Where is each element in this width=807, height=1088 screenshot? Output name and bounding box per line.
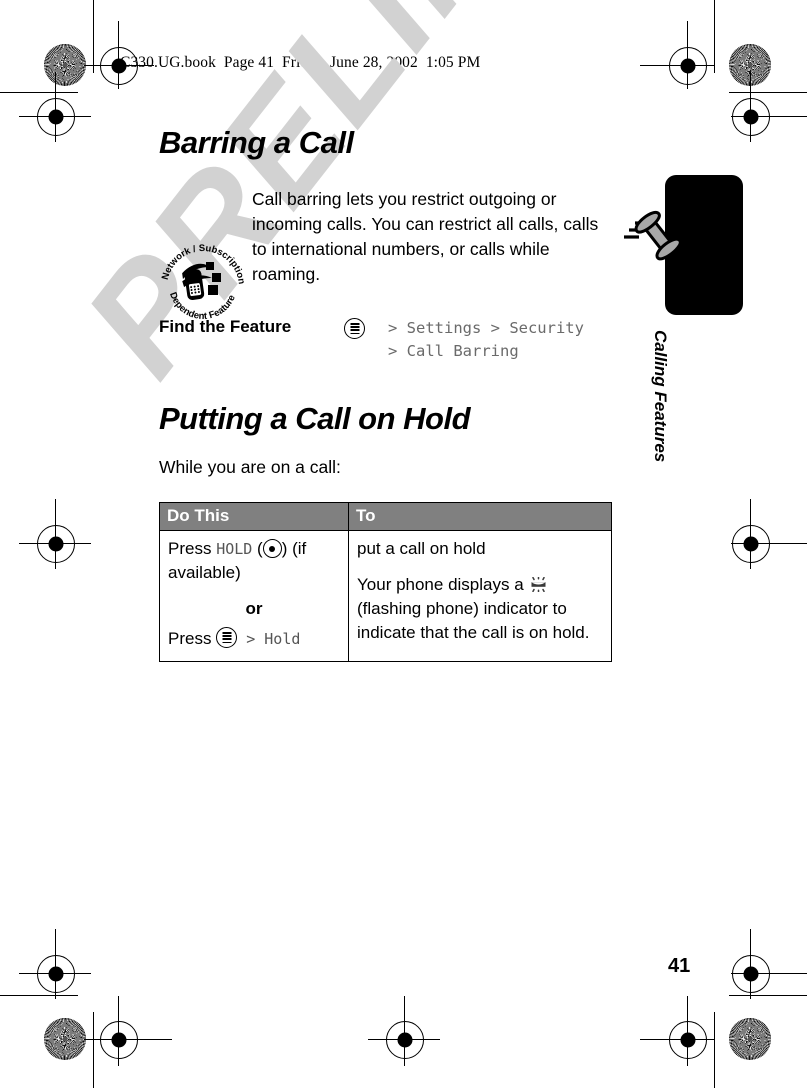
registration-cross-h-right-lower [731,973,807,975]
print-calibration-target-bottom-left [44,1018,86,1060]
table-header-row: Do This To [159,502,612,531]
center-select-key-icon [262,539,282,558]
registration-cross-v-right-lower [750,929,752,999]
registration-cross-h-top-right [640,65,715,67]
find-the-feature-path: > Settings > Security > Call Barring [388,317,584,363]
procedure-table: Do This To Press HOLD () (if available) … [159,502,612,662]
registration-cross-h-right-middle [731,543,807,545]
barring-body-text: Call barring lets you restrict outgoing … [252,189,599,284]
page-header-text: C330.UG.book Page 41 Friday, June 28, 20… [120,54,481,71]
registration-cross-h-right-upper [731,116,807,118]
handset-icon [622,192,706,276]
table-cell-to: put a call on hold Your phone displays a… [348,530,612,662]
print-calibration-target-top-left [44,44,86,86]
registration-cross-v-bottom-right [687,996,689,1066]
softkey-hold-label: HOLD [216,540,253,558]
press-prefix-1: Press [168,539,217,558]
flashing-phone-indicator-icon [529,575,548,593]
press-menu-hold-instruction: Press > Hold [168,627,340,651]
page-number: 41 [668,955,691,977]
to-line-2-suffix: (flashing phone) indicator to indicate t… [357,599,590,642]
to-line-1: put a call on hold [357,539,486,558]
section-title-barring-a-call: Barring a Call [159,125,354,160]
crop-rule-left-vertical-bottom [93,1012,95,1088]
registration-cross-v-bottom-center [404,996,406,1066]
network-subscription-dependent-feature-icon: Network / Subscription Dependent Feature [159,237,247,325]
section-title-putting-a-call-on-hold: Putting a Call on Hold [159,401,471,436]
crop-rule-bottom-horizontal-left [0,995,78,997]
or-separator: or [245,599,263,618]
menu-key-icon [216,627,238,648]
registration-cross-v-bottom-left [118,996,120,1066]
registration-cross-h-bottom-right [640,1039,715,1041]
crop-rule-left-vertical-top [93,0,95,73]
menu-path-line-2: > Call Barring [388,342,519,360]
crop-rule-right-vertical-bottom [714,1012,716,1088]
crop-rule-top-horizontal-left [0,92,78,94]
table-header-do-this: Do This [159,502,349,531]
table-row: Press HOLD () (if available) or Press > … [159,530,612,662]
menu-item-hold: Hold [264,630,301,648]
registration-cross-v-top-right [687,21,689,89]
to-line-2-prefix: Your phone displays a [357,575,529,594]
side-tab-label: Calling Features [651,330,670,463]
crop-rule-top-horizontal-right [729,92,807,94]
table-cell-do-this: Press HOLD () (if available) or Press > … [159,530,349,662]
registration-cross-v-left-lower [55,929,57,999]
crop-rule-bottom-horizontal-right [729,995,807,997]
menu-path-line-1: > Settings > Security [388,319,584,337]
crop-rule-right-vertical-top [714,0,716,73]
menu-key-icon [344,318,365,339]
hold-intro-text: While you are on a call: [159,457,341,477]
page-content: Barring a Call Network / Subscription De… [159,125,615,662]
registration-cross-h-bottom-left [84,1039,172,1041]
registration-cross-v-right-upper [750,72,752,142]
barring-intro-block: Network / Subscription Dependent Feature [159,187,615,322]
table-header-to: To [348,502,612,531]
registration-cross-v-left-middle [55,499,57,569]
registration-cross-v-left-upper [55,72,57,142]
print-calibration-target-bottom-right [729,1018,771,1060]
press-prefix-2: Press [168,629,217,648]
to-line-2: Your phone displays a (flashing phone) i… [357,573,603,645]
menu-key-icon-wrapper [344,317,388,340]
registration-cross-v-right-middle [750,499,752,569]
menu-gt-separator: > [237,630,265,648]
press-hold-instruction: Press HOLD () (if available) [168,539,307,582]
